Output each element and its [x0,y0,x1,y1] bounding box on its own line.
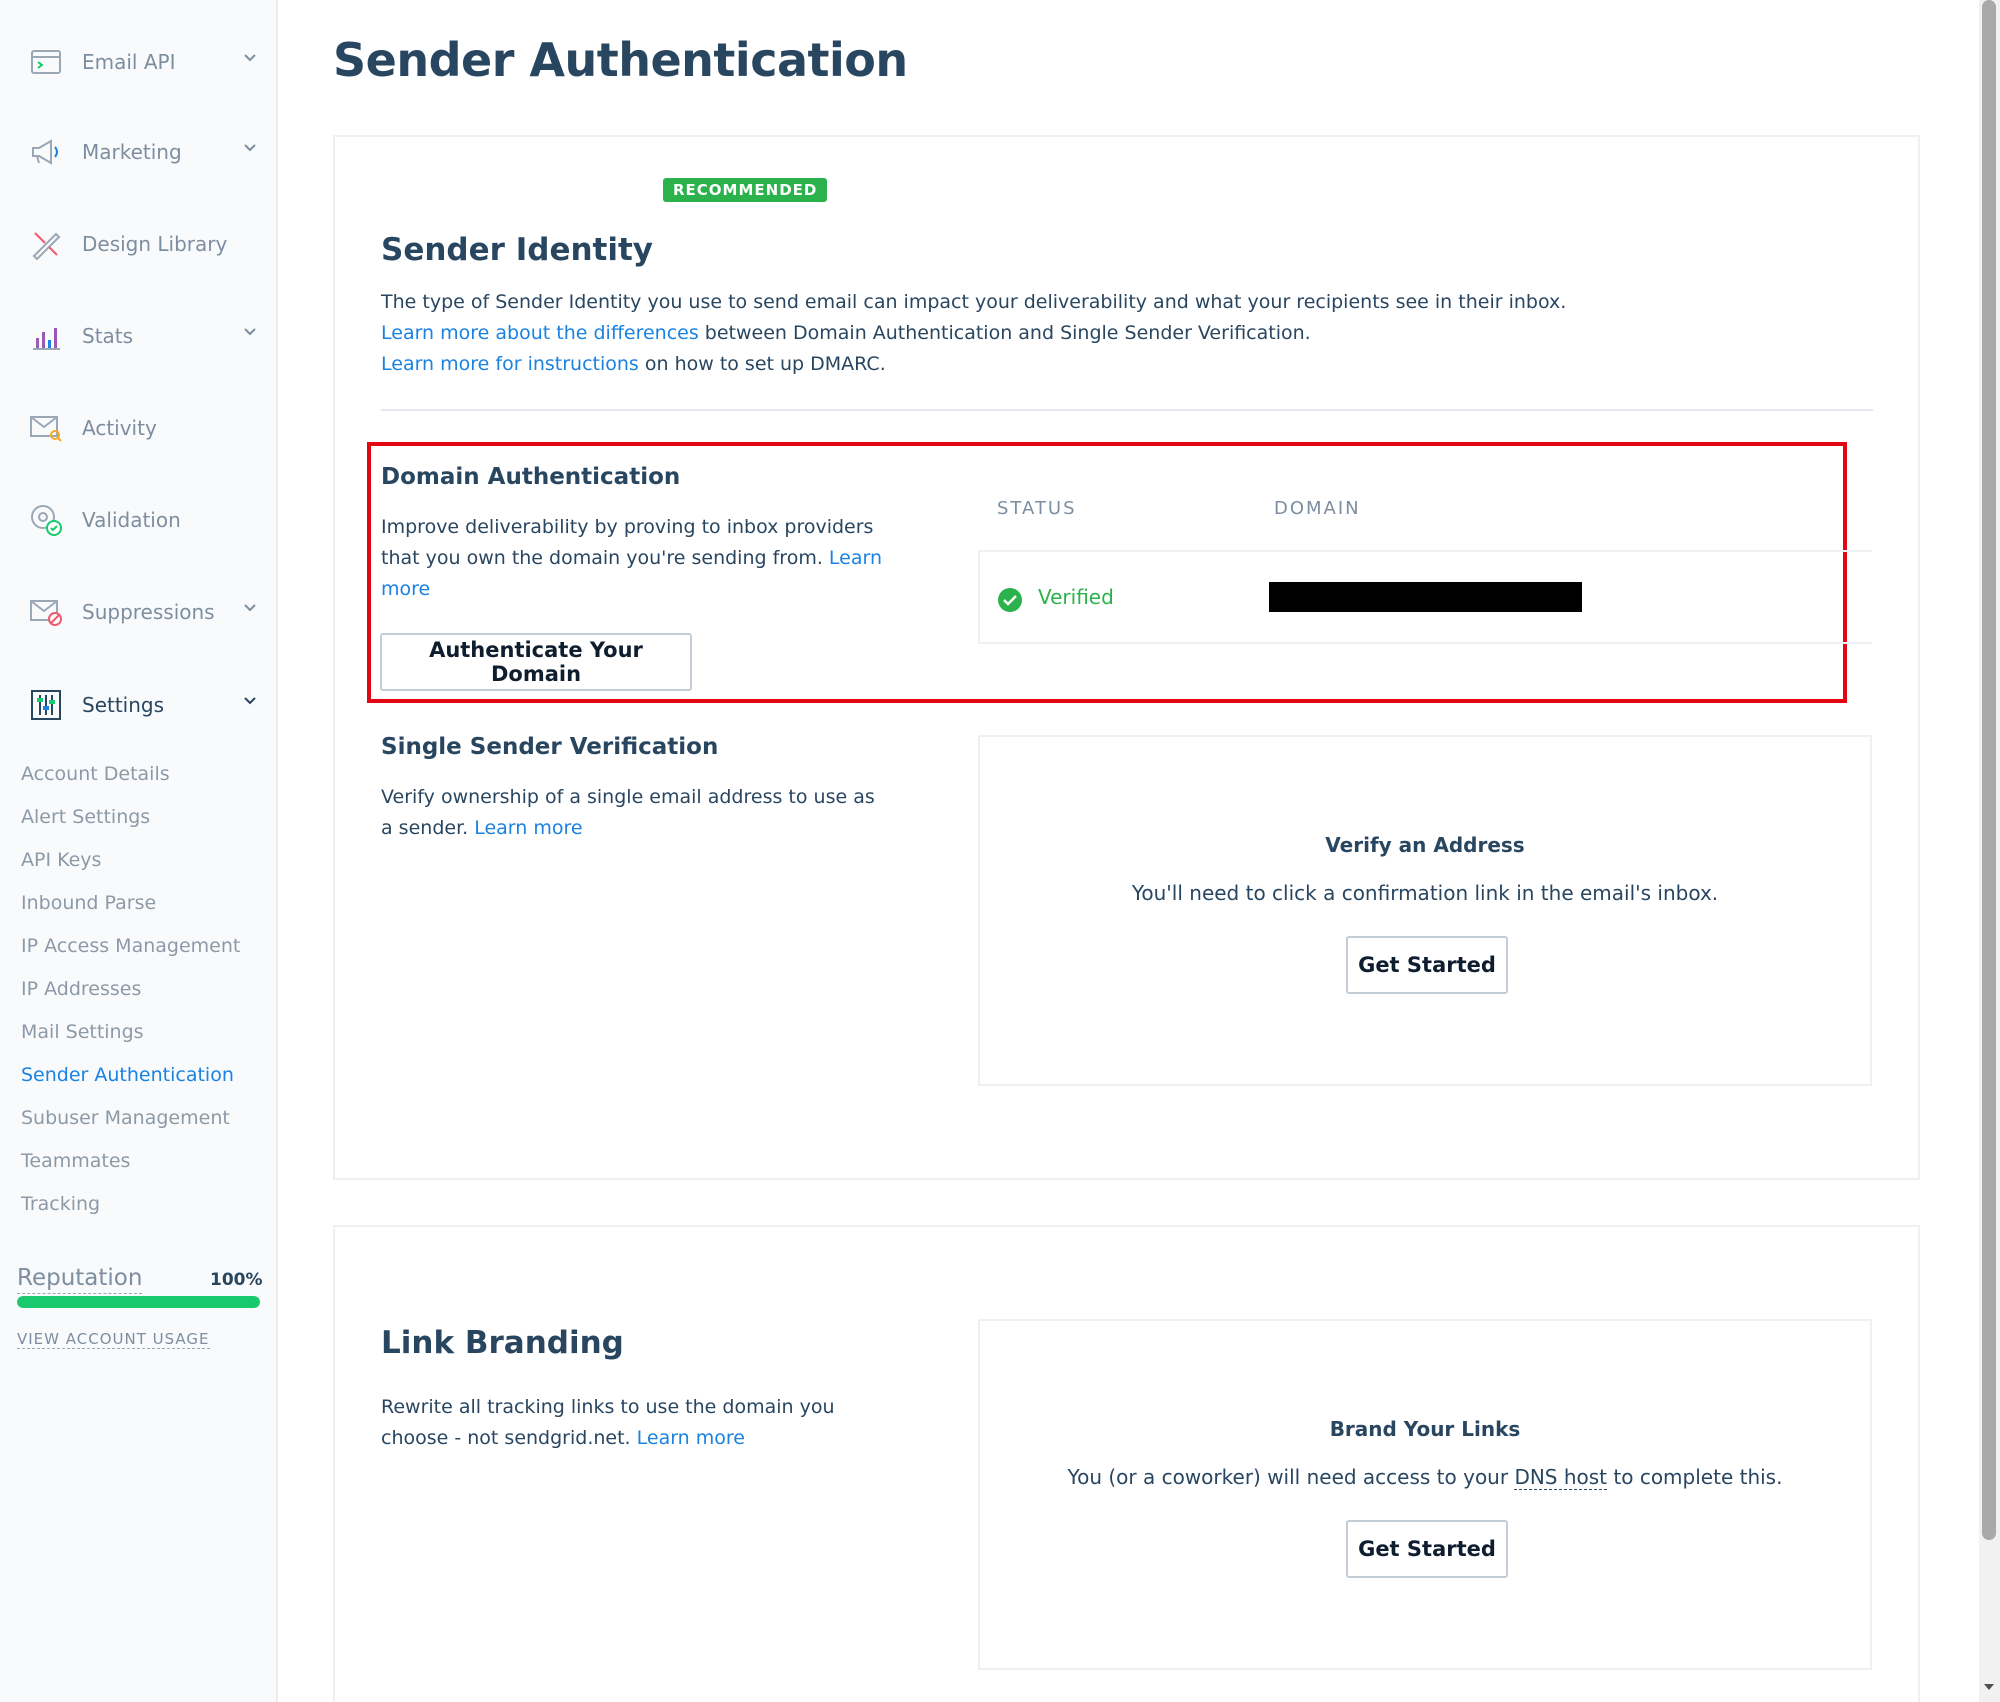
section-divider [381,409,1873,411]
nav-marketing[interactable]: Marketing [28,122,268,182]
nav-email-api[interactable]: Email API [28,32,268,92]
sender-identity-line3: Learn more for instructions on how to se… [381,349,1881,380]
brand-links-text: You (or a coworker) will need access to … [980,1465,1870,1490]
scroll-down-arrow-icon[interactable] [1982,1680,1996,1694]
reputation-bar-fill [17,1296,260,1308]
single-sender-heading: Single Sender Verification [381,734,719,760]
reputation-label: Reputation [17,1265,143,1294]
settings-item-tracking[interactable]: Tracking [21,1193,100,1215]
settings-item-alert-settings[interactable]: Alert Settings [21,806,150,828]
page-title: Sender Authentication [333,33,908,87]
sender-identity-line3-text: on how to set up DMARC. [638,353,886,375]
brand-links-text-pre: You (or a coworker) will need access to … [1067,1465,1515,1489]
domain-auth-description: Improve deliverability by proving to inb… [381,512,891,605]
reputation-value: 100% [210,1270,263,1290]
bar-chart-icon [28,318,64,354]
nav-activity-label: Activity [82,416,157,440]
chevron-down-icon [244,328,256,336]
chevron-down-icon [244,144,256,152]
single-sender-learn-more-link[interactable]: Learn more [474,817,582,839]
settings-item-teammates[interactable]: Teammates [21,1150,130,1172]
nav-stats[interactable]: Stats [28,306,268,366]
design-tools-icon [28,226,64,262]
nav-design-library-label: Design Library [82,232,228,256]
status-verified: Verified [1038,585,1114,609]
nav-validation-label: Validation [82,508,181,532]
sender-identity-description: The type of Sender Identity you use to s… [381,287,1881,380]
single-sender-desc-text: Verify ownership of a single email addre… [381,786,875,839]
verify-address-text: You'll need to click a confirmation link… [1131,881,1719,905]
settings-item-subuser-management[interactable]: Subuser Management [21,1107,230,1129]
envelope-block-icon [28,594,64,630]
settings-item-mail-settings[interactable]: Mail Settings [21,1021,144,1043]
settings-item-inbound-parse[interactable]: Inbound Parse [21,892,156,914]
nav-suppressions-label: Suppressions [82,600,215,624]
sender-identity-heading: Sender Identity [381,232,654,268]
nav-suppressions[interactable]: Suppressions [28,582,268,642]
chevron-down-icon [244,697,256,705]
link-branding-description: Rewrite all tracking links to use the do… [381,1392,861,1454]
learn-differences-link[interactable]: Learn more about the differences [381,322,699,344]
view-account-usage-link[interactable]: VIEW ACCOUNT USAGE [17,1330,210,1349]
email-api-icon [28,44,64,80]
activity-envelope-icon [28,410,64,446]
brand-links-title: Brand Your Links [1329,1417,1521,1441]
verify-address-panel: Verify an Address You'll need to click a… [978,735,1872,1086]
dns-host-term[interactable]: DNS host [1514,1465,1608,1490]
check-circle-icon [998,588,1022,612]
megaphone-icon [28,134,64,170]
scrollbar-thumb[interactable] [1982,0,1996,1540]
nav-design-library[interactable]: Design Library [28,214,268,274]
nav-stats-label: Stats [82,324,134,348]
chevron-down-icon [244,604,256,612]
link-branding-heading: Link Branding [381,1325,624,1361]
sender-identity-line2: Learn more about the differences between… [381,318,1881,349]
sender-identity-line1: The type of Sender Identity you use to s… [381,291,1567,313]
verify-get-started-button[interactable]: Get Started [1346,936,1508,994]
settings-item-ip-addresses[interactable]: IP Addresses [21,978,141,1000]
redacted-domain [1269,582,1582,612]
nav-marketing-label: Marketing [82,140,182,164]
nav-settings[interactable]: Settings [28,675,268,735]
reputation-bar [17,1296,260,1308]
status-column-header: STATUS [997,498,1077,519]
settings-item-api-keys[interactable]: API Keys [21,849,101,871]
nav-email-api-label: Email API [82,50,176,74]
authenticate-domain-button[interactable]: Authenticate Your Domain [380,633,692,691]
nav-validation[interactable]: Validation [28,490,268,550]
settings-item-account-details[interactable]: Account Details [21,763,170,785]
brand-get-started-button[interactable]: Get Started [1346,1520,1508,1578]
sidebar: Email API Marketing Design Library Stats… [0,0,278,1702]
brand-links-text-post: to complete this. [1607,1465,1783,1489]
dmarc-instructions-link[interactable]: Learn more for instructions [381,353,639,375]
chevron-down-icon [244,54,256,62]
nav-settings-label: Settings [82,693,165,717]
domain-column-header: DOMAIN [1274,498,1361,519]
brand-links-panel: Brand Your Links You (or a coworker) wil… [978,1319,1872,1670]
link-branding-desc-text: Rewrite all tracking links to use the do… [381,1396,835,1449]
settings-item-ip-access-management[interactable]: IP Access Management [21,935,240,957]
domain-auth-heading: Domain Authentication [381,464,681,490]
verify-address-title: Verify an Address [1325,833,1525,857]
settings-item-sender-authentication[interactable]: Sender Authentication [21,1064,234,1086]
link-branding-learn-more-link[interactable]: Learn more [637,1427,745,1449]
sender-identity-line2-text: between Domain Authentication and Single… [698,322,1311,344]
at-check-icon [28,502,64,538]
single-sender-description: Verify ownership of a single email addre… [381,782,891,844]
recommended-badge: RECOMMENDED [663,178,828,202]
nav-activity[interactable]: Activity [28,398,268,458]
settings-panel-icon [28,687,64,723]
domain-auth-desc-text: Improve deliverability by proving to inb… [381,516,874,569]
